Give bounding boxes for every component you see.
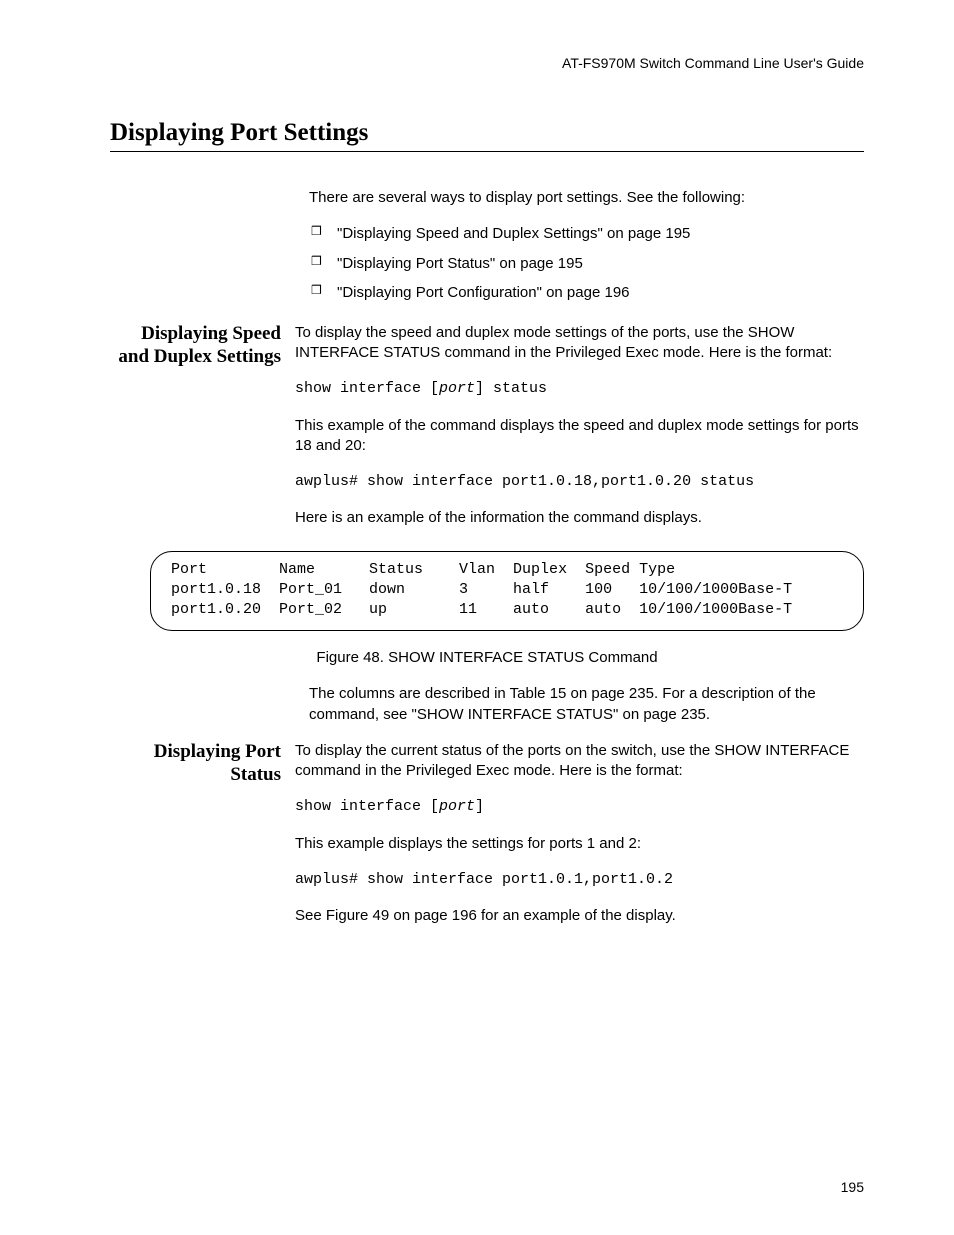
page-title: Displaying Port Settings: [110, 119, 864, 152]
paragraph: Here is an example of the information th…: [295, 508, 864, 528]
list-item: "Displaying Port Status" on page 195: [309, 254, 864, 274]
command-syntax: show interface [port] status: [295, 379, 864, 399]
page: AT-FS970M Switch Command Line User's Gui…: [0, 0, 954, 1235]
command-output-box: Port Name Status Vlan Duplex Speed Type …: [150, 551, 864, 632]
command-example: awplus# show interface port1.0.18,port1.…: [295, 472, 864, 492]
list-item: "Displaying Speed and Duplex Settings" o…: [309, 224, 864, 244]
subsection-heading-speed-duplex: Displaying Speed and Duplex Settings: [110, 323, 295, 369]
command-syntax: show interface [port]: [295, 797, 864, 817]
running-header: AT-FS970M Switch Command Line User's Gui…: [110, 55, 864, 71]
cmd-text: show interface [: [295, 798, 439, 815]
paragraph: To display the current status of the por…: [295, 741, 864, 782]
paragraph: This example of the command displays the…: [295, 416, 864, 457]
command-example: awplus# show interface port1.0.1,port1.0…: [295, 870, 864, 890]
paragraph: To display the speed and duplex mode set…: [295, 323, 864, 364]
intro-paragraph: There are several ways to display port s…: [309, 188, 864, 208]
cmd-text: ] status: [475, 380, 547, 397]
cmd-text: show interface [: [295, 380, 439, 397]
subsection-heading-port-status: Displaying Port Status: [110, 741, 295, 787]
paragraph: The columns are described in Table 15 on…: [309, 684, 864, 725]
cmd-variable: port: [439, 798, 475, 815]
page-number: 195: [841, 1179, 864, 1195]
figure-caption: Figure 48. SHOW INTERFACE STATUS Command: [110, 649, 864, 666]
toc-list: "Displaying Speed and Duplex Settings" o…: [309, 224, 864, 303]
cmd-variable: port: [439, 380, 475, 397]
paragraph: See Figure 49 on page 196 for an example…: [295, 906, 864, 926]
cmd-text: ]: [475, 798, 484, 815]
paragraph: This example displays the settings for p…: [295, 834, 864, 854]
list-item: "Displaying Port Configuration" on page …: [309, 283, 864, 303]
